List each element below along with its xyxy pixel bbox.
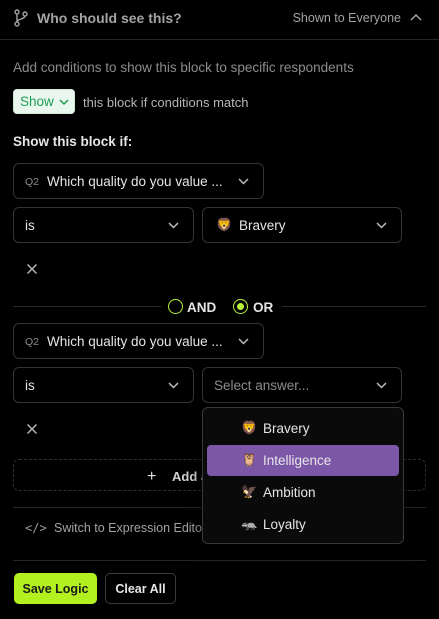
question-select-2[interactable]: Q2 Which quality do you value ... <box>13 323 264 359</box>
remove-condition-1-close-icon[interactable] <box>26 263 38 275</box>
clear-all-button[interactable]: Clear All <box>105 573 176 604</box>
chevron-down-icon <box>376 382 387 389</box>
separator <box>13 560 426 561</box>
conditions-heading: Show this block if: <box>13 134 133 149</box>
answer-dropdown-menu: 🦁 Bravery 🦉 Intelligence 🦅 Ambition 🦡 Lo… <box>202 407 404 544</box>
option-label: Bravery <box>263 421 310 436</box>
question-text: Which quality do you value ... <box>47 174 223 189</box>
and-label: AND <box>187 300 217 315</box>
operator-value: is <box>25 378 35 393</box>
chevron-down-icon <box>59 99 69 106</box>
option-label: Loyalty <box>263 517 306 532</box>
question-number: Q2 <box>25 336 40 348</box>
panel-header[interactable]: Who should see this? Shown to Everyone <box>0 0 439 40</box>
remove-condition-2-close-icon[interactable] <box>26 423 38 435</box>
save-logic-button[interactable]: Save Logic <box>14 573 97 604</box>
answer-option-bravery[interactable]: 🦁 Bravery <box>207 413 399 444</box>
plus-icon: + <box>147 468 157 485</box>
question-select-1[interactable]: Q2 Which quality do you value ... <box>13 163 264 199</box>
question-text: Which quality do you value ... <box>47 334 223 349</box>
code-icon: </> <box>25 521 47 535</box>
chevron-down-icon <box>168 222 179 229</box>
chevron-up-icon[interactable] <box>410 12 422 22</box>
answer-value: Bravery <box>239 218 286 233</box>
answer-select-2[interactable]: Select answer... <box>202 367 402 403</box>
chevron-down-icon <box>238 338 249 345</box>
chevron-down-icon <box>376 222 387 229</box>
and-radio[interactable] <box>168 299 183 314</box>
operator-value: is <box>25 218 35 233</box>
option-label: Intelligence <box>263 453 332 468</box>
git-branch-icon <box>14 9 28 27</box>
show-hide-value: Show <box>20 94 54 109</box>
eagle-icon: 🦅 <box>241 484 258 499</box>
visibility-status: Shown to Everyone <box>292 11 401 25</box>
show-hide-select[interactable]: Show <box>13 89 75 114</box>
answer-option-intelligence[interactable]: 🦉 Intelligence <box>207 445 399 476</box>
operator-select-1[interactable]: is <box>13 207 194 243</box>
panel-title: Who should see this? <box>37 10 182 26</box>
or-label: OR <box>253 300 274 315</box>
answer-option-ambition[interactable]: 🦅 Ambition <box>207 477 399 508</box>
operator-select-2[interactable]: is <box>13 367 194 403</box>
chevron-down-icon <box>168 382 179 389</box>
divider-left <box>13 306 161 307</box>
question-number: Q2 <box>25 176 40 188</box>
badger-icon: 🦡 <box>241 516 258 531</box>
answer-placeholder: Select answer... <box>214 378 310 393</box>
chevron-down-icon <box>238 178 249 185</box>
answer-select-1[interactable]: 🦁 Bravery <box>202 207 402 243</box>
owl-icon: 🦉 <box>241 452 258 467</box>
lion-icon: 🦁 <box>216 217 233 232</box>
option-label: Ambition <box>263 485 316 500</box>
show-suffix-text: this block if conditions match <box>83 95 249 110</box>
answer-option-loyalty[interactable]: 🦡 Loyalty <box>207 509 399 540</box>
expression-editor-link[interactable]: Switch to Expression Editor <box>54 521 206 535</box>
visibility-logic-panel: Who should see this? Shown to Everyone A… <box>0 0 439 619</box>
or-radio[interactable] <box>233 299 248 314</box>
lion-icon: 🦁 <box>241 420 258 435</box>
divider-right <box>282 306 426 307</box>
panel-description: Add conditions to show this block to spe… <box>13 60 354 75</box>
